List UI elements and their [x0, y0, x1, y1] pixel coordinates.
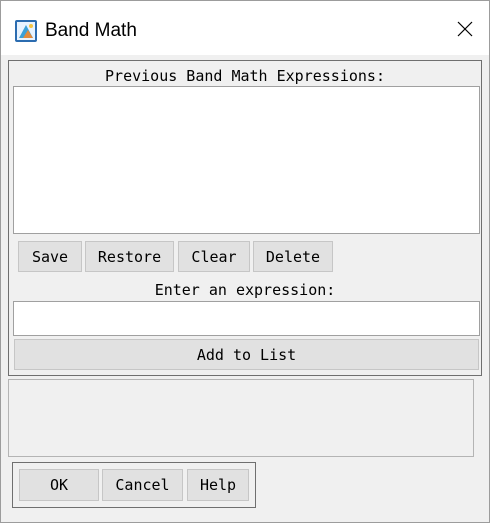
ok-button[interactable]: OK [19, 469, 99, 501]
window-title: Band Math [45, 20, 137, 41]
cancel-button[interactable]: Cancel [102, 469, 183, 501]
add-to-list-button[interactable]: Add to List [14, 339, 479, 370]
help-button[interactable]: Help [187, 469, 249, 501]
restore-button[interactable]: Restore [85, 241, 174, 272]
band-math-app-icon [15, 20, 37, 42]
close-icon [456, 20, 474, 43]
enter-expression-label: Enter an expression: [154, 281, 336, 299]
previous-expressions-list[interactable] [13, 86, 480, 234]
status-area [8, 379, 474, 457]
close-button[interactable] [447, 15, 483, 47]
expression-input[interactable] [13, 301, 480, 336]
band-math-window: Band Math Previous Band Math Expressions… [0, 0, 490, 523]
clear-button[interactable]: Clear [178, 241, 250, 272]
previous-expressions-label: Previous Band Math Expressions: [105, 67, 385, 85]
delete-button[interactable]: Delete [253, 241, 333, 272]
save-button[interactable]: Save [18, 241, 82, 272]
title-bar: Band Math [1, 1, 489, 55]
